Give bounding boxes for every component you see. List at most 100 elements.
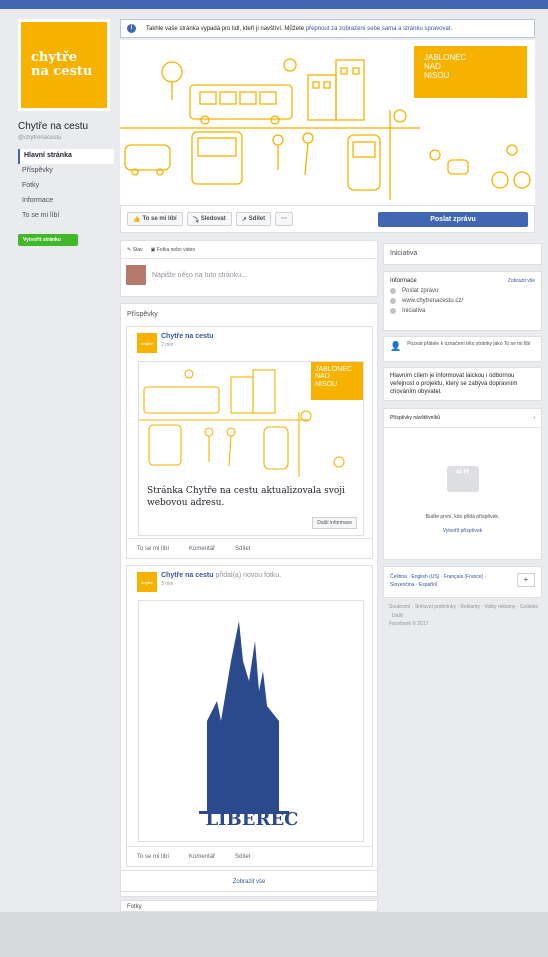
post-1: chytře Chytře na cestu 2 min · JABLONEC … (126, 326, 373, 559)
language-list[interactable]: Čeština · English (US) · Français (Franc… (390, 573, 508, 591)
post-photo[interactable]: LIBEREC (138, 600, 364, 842)
category-link[interactable]: Iniciativa (402, 308, 425, 314)
posts-heading: Příspěvky (127, 311, 158, 318)
nav-item-photos[interactable]: Fotky (18, 179, 114, 194)
invite-icon: 👤 (390, 341, 402, 351)
link-jab-l3: NISOU (315, 380, 338, 388)
info-heading: Informace (390, 278, 417, 284)
share-label: Sdílet (248, 216, 266, 222)
invite-text[interactable]: Pozvat přátele k označení této stránky j… (407, 341, 530, 357)
message-icon (390, 288, 396, 294)
post-comment-button[interactable]: Komentář (189, 854, 215, 860)
send-message-button[interactable]: Poslat zprávu (378, 212, 528, 227)
post-header: chytře Chytře na cestu přidal(a) novou f… (127, 566, 372, 592)
add-language-button[interactable]: + (517, 573, 535, 587)
photo-icon: ▣ (150, 246, 156, 253)
composer-input[interactable]: Napište něco na tuto stránku... (152, 272, 247, 279)
post-time[interactable]: 2 min · (161, 342, 214, 348)
nav-item-home[interactable]: Hlavní stránka (18, 149, 114, 164)
post-avatar[interactable]: chytře (137, 333, 157, 353)
write-post-link[interactable]: Vytvořit příspěvek (384, 528, 541, 534)
follow-icon: ⤵ (192, 217, 199, 224)
globe-icon (390, 298, 396, 304)
post-share-button[interactable]: Sdílet (235, 546, 250, 552)
post-header: chytře Chytře na cestu 2 min · (127, 327, 372, 353)
quote-icon: “” (446, 466, 479, 492)
create-page-button[interactable]: Vytvořit stránku (18, 234, 78, 246)
notice-text: Takhle vaše stránka vypadá pro lidi, kte… (146, 25, 305, 32)
visitor-empty-text: Buďte první, kdo přidá příspěvek. (425, 514, 500, 520)
more-info-button[interactable]: Další informace (312, 517, 357, 529)
info-header: Informace Zobrazit vše (384, 272, 541, 286)
composer-tabs: ✎ Stav ▣ Fotka nebo video (121, 241, 377, 259)
info-icon: i (127, 24, 136, 33)
post-like-button[interactable]: To se mi líbí (137, 854, 169, 860)
follow-label: Sledovat (200, 216, 226, 222)
pencil-icon: ✎ (127, 246, 132, 253)
status-label: Stav (132, 246, 143, 253)
visitor-posts-card: Příspěvky návštěvníků › “” Buďte první, k… (383, 408, 542, 560)
info-website[interactable]: www.chytrenacestu.cz/ (384, 296, 541, 306)
page-title[interactable]: Chytře na cestu (18, 121, 114, 132)
post-like-button[interactable]: To se mi líbí (137, 546, 169, 552)
invite-card: 👤 Pozvat přátele k označení této stránky… (383, 336, 542, 362)
share-icon: ↗ (241, 216, 247, 223)
link-jablonec-logo: JABLONEC NAD NISOU (311, 362, 363, 400)
info-card: Informace Zobrazit vše Poslat zprávu www… (383, 271, 542, 331)
chevron-right-icon[interactable]: › (533, 415, 535, 421)
jablonec-logo: JABLONEC NAD NISOU (414, 46, 527, 98)
follow-button[interactable]: ⤵ Sledovat (186, 212, 232, 226)
info-message[interactable]: Poslat zprávu (384, 286, 541, 296)
post-2: chytře Chytře na cestu přidal(a) novou f… (126, 565, 373, 867)
link-headline: Stránka Chytře na cestu aktualizovala sv… (147, 486, 345, 508)
show-all-posts[interactable]: Zobrazit vše (120, 870, 378, 892)
about-card: Hlavním cílem je informovat laickou i od… (383, 367, 542, 401)
tag-icon (390, 308, 396, 314)
liberec-text: LIBEREC (205, 809, 299, 830)
composer-body: Napište něco na tuto stránku... (121, 259, 377, 291)
share-button[interactable]: ↗ Sdílet (235, 212, 272, 226)
info-show-all[interactable]: Zobrazit vše (508, 278, 535, 284)
info-category[interactable]: Iniciativa (384, 306, 541, 316)
language-card: Čeština · English (US) · Français (Franc… (383, 566, 542, 598)
visitor-posts-heading: Příspěvky návštěvníků (390, 415, 441, 421)
post-share-button[interactable]: Sdílet (235, 854, 250, 860)
post-avatar[interactable]: chytře (137, 572, 157, 592)
website-link[interactable]: www.chytrenacestu.cz/ (402, 298, 463, 304)
footer-links[interactable]: Soukromí · Smluvní podmínky · Reklamy · … (389, 603, 539, 620)
photos-heading[interactable]: Fotky (120, 900, 378, 912)
logo-line2: na cestu (31, 64, 93, 79)
notice-link[interactable]: přepnout za zobrazení sebe sama a stránk… (306, 26, 452, 32)
like-label: To se mi líbí (142, 216, 177, 222)
more-button[interactable]: ··· (275, 212, 294, 226)
visitor-posts-header: Příspěvky návštěvníků › (384, 409, 541, 428)
page-logo[interactable]: chytře na cestu (18, 19, 110, 111)
composer: ✎ Stav ▣ Fotka nebo video Napište něco n… (120, 240, 378, 297)
link-jab-l1: JABLONEC (315, 366, 352, 373)
link-jab-l2: NAD (315, 373, 330, 381)
left-column: chytře na cestu Chytře na cestu @chytren… (18, 19, 114, 246)
tab-status[interactable]: ✎ Stav (127, 247, 143, 253)
like-page-button[interactable]: 👍 To se mi líbí (127, 212, 183, 226)
cover-photo[interactable]: JABLONEC NAD NISOU (120, 40, 535, 205)
page-handle[interactable]: @chytrenacestu (18, 135, 114, 141)
post-author[interactable]: Chytře na cestu (161, 572, 214, 579)
link-preview[interactable]: JABLONEC NAD NISOU Stránka Chytře na ces… (138, 361, 364, 536)
page-action-bar: 👍 To se mi líbí ⤵ Sledovat ↗ Sdílet ··· Pos… (120, 205, 535, 233)
message-link[interactable]: Poslat zprávu (402, 288, 438, 294)
nav-item-likes[interactable]: To se mi líbí (18, 209, 114, 224)
category-card: Iniciativa (383, 243, 542, 265)
post-suffix: přidal(a) novou fotku. (215, 572, 282, 579)
nav-item-about[interactable]: Informace (18, 194, 114, 209)
post-author-line[interactable]: Chytře na cestu přidal(a) novou fotku. (161, 572, 281, 579)
page-footer: Soukromí · Smluvní podmínky · Reklamy · … (389, 603, 539, 629)
nav-item-posts[interactable]: Příspěvky (18, 164, 114, 179)
posts-section: Příspěvky chytře Chytře na cestu 2 min · (120, 303, 378, 897)
tab-photo[interactable]: ▣ Fotka nebo video (151, 247, 195, 253)
post-time[interactable]: 3 min · (161, 581, 281, 587)
post-author[interactable]: Chytře na cestu (161, 333, 214, 340)
post-comment-button[interactable]: Komentář (189, 546, 215, 552)
category-label[interactable]: Iniciativa (384, 244, 541, 263)
view-as-notice: i Takhle vaše stránka vypadá pro lidi, k… (120, 19, 535, 38)
post-actions: To se mi líbí Komentář Sdílet (127, 538, 372, 558)
